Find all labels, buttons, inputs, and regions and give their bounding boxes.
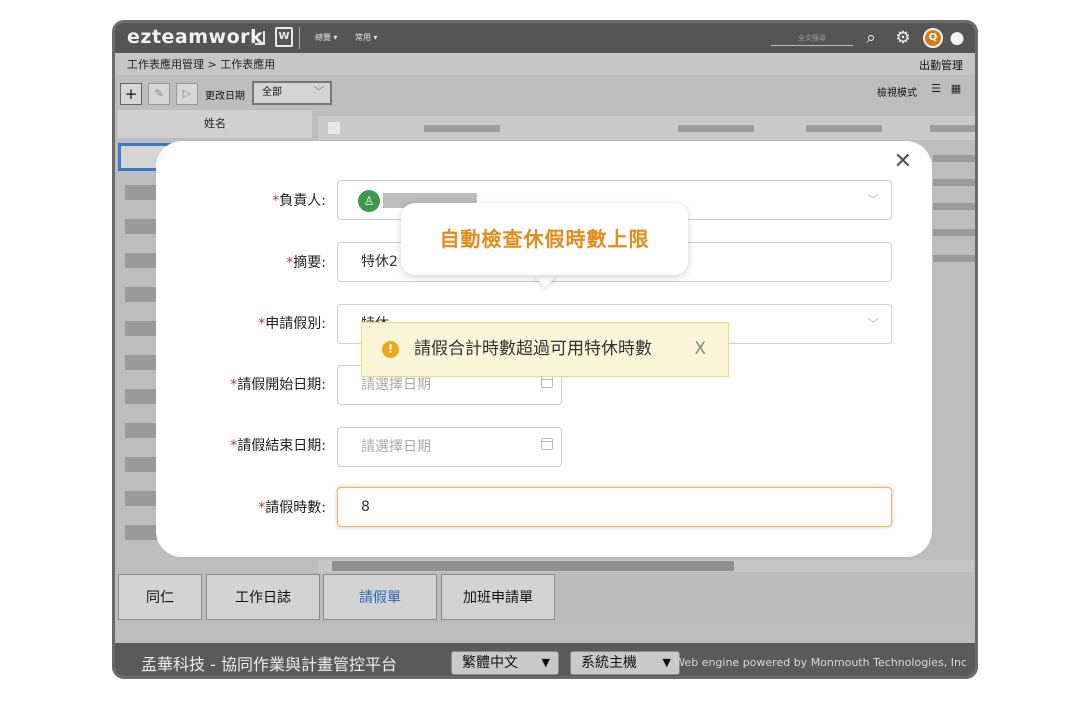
scrollbar-thumb[interactable] bbox=[332, 561, 734, 571]
warning-message: ! 請假合計時數超過可用特休時數 X bbox=[361, 322, 729, 377]
owner-label: *負責人: bbox=[272, 193, 326, 209]
end-date-input[interactable]: 請選擇日期 bbox=[337, 427, 562, 467]
caret-down-icon: ▼ bbox=[541, 656, 550, 669]
start-date-label: *請假開始日期: bbox=[230, 377, 326, 393]
column-header[interactable] bbox=[424, 125, 500, 132]
app-logo[interactable]: ezteamwork bbox=[127, 26, 263, 48]
menu-common[interactable]: 常用 ▾ bbox=[355, 32, 378, 43]
chevron-down-icon: ﹀ bbox=[314, 87, 324, 98]
breadcrumb[interactable]: 工作表應用管理 > 工作表應用 bbox=[127, 56, 275, 72]
account-icon[interactable]: ● bbox=[947, 28, 967, 48]
date-label: 更改日期 bbox=[205, 91, 245, 102]
language-value: 繁體中文 bbox=[462, 655, 518, 671]
end-date-label: *請假結束日期: bbox=[230, 438, 326, 454]
powered-by-text: Web engine powered by Monmouth Technolog… bbox=[674, 656, 967, 669]
horizontal-scrollbar[interactable] bbox=[318, 560, 974, 572]
filter-select[interactable]: 全部 ﹀ bbox=[252, 81, 332, 105]
tab-work-log[interactable]: 工作日誌 bbox=[206, 574, 320, 620]
hours-label: *請假時數: bbox=[258, 500, 326, 516]
divider bbox=[299, 27, 300, 49]
document-icon[interactable]: W bbox=[275, 27, 293, 47]
close-icon[interactable]: ✕ bbox=[894, 149, 912, 174]
filter-value: 全部 bbox=[262, 87, 282, 98]
add-button[interactable]: + bbox=[120, 83, 142, 105]
warning-text: 請假合計時數超過可用特休時數 bbox=[414, 339, 652, 359]
platform-title: 孟華科技 - 協同作業與計畫管控平台 bbox=[141, 655, 397, 674]
search-input[interactable]: 全文搜尋 bbox=[771, 30, 853, 46]
hours-input[interactable]: 8 bbox=[337, 487, 892, 527]
host-value: 系統主機 bbox=[581, 655, 637, 671]
grid-cell bbox=[933, 229, 975, 236]
tab-overtime-request[interactable]: 加班申請單 bbox=[441, 574, 555, 620]
chevron-down-icon: ﹀ bbox=[866, 317, 879, 331]
warning-icon: ! bbox=[382, 341, 399, 358]
close-warning-button[interactable]: X bbox=[694, 323, 706, 376]
bottom-tabs: 同仁 工作日誌 請假單 加班申請單 bbox=[115, 573, 975, 625]
view-mode-label: 檢視模式 bbox=[877, 88, 917, 99]
start-date-placeholder: 請選擇日期 bbox=[361, 377, 431, 393]
end-date-placeholder: 請選擇日期 bbox=[361, 439, 431, 455]
gear-icon[interactable]: ⚙ bbox=[893, 28, 913, 48]
grid-cell bbox=[933, 203, 975, 210]
column-header[interactable] bbox=[806, 125, 882, 132]
calendar-icon[interactable] bbox=[541, 438, 553, 450]
grid-cell bbox=[933, 255, 975, 262]
tab-leave-request[interactable]: 請假單 bbox=[323, 574, 437, 620]
feature-callout: 自動檢查休假時數上限 bbox=[401, 203, 688, 275]
select-all-checkbox[interactable] bbox=[328, 122, 340, 134]
attendance-link[interactable]: 出勤管理 bbox=[919, 57, 963, 73]
calendar-icon[interactable] bbox=[541, 376, 553, 388]
tab-colleagues[interactable]: 同仁 bbox=[118, 574, 202, 620]
language-select[interactable]: 繁體中文 ▼ bbox=[451, 651, 559, 675]
search-icon[interactable]: ⌕ bbox=[861, 28, 881, 48]
user-avatar-icon[interactable]: Q bbox=[923, 28, 943, 48]
grid-cell bbox=[933, 179, 975, 186]
logo-corner-mark bbox=[255, 31, 265, 45]
grid-cell bbox=[933, 155, 975, 162]
grid-header bbox=[318, 116, 975, 140]
column-header[interactable] bbox=[930, 125, 975, 132]
breadcrumb-bar: 工作表應用管理 > 工作表應用 出勤管理 bbox=[115, 53, 975, 75]
grid-view-icon[interactable]: ▦ bbox=[949, 82, 963, 96]
host-select[interactable]: 系統主機 ▼ bbox=[570, 651, 680, 675]
person-avatar-icon: ♙ bbox=[358, 190, 380, 212]
chevron-down-icon: ﹀ bbox=[866, 193, 879, 207]
footer-bar: 孟華科技 - 協同作業與計畫管控平台 繁體中文 ▼ 系統主機 ▼ Web eng… bbox=[115, 643, 975, 676]
list-view-icon[interactable]: ☰ bbox=[929, 82, 943, 96]
leave-type-label: *申請假別: bbox=[258, 316, 326, 332]
send-button[interactable]: ▷ bbox=[176, 83, 198, 105]
column-header[interactable] bbox=[678, 125, 754, 132]
menu-overview[interactable]: 總覽 ▾ bbox=[315, 32, 338, 43]
toolbar: + ✎ ▷ 更改日期 全部 ﹀ 檢視模式 ☰ ▦ bbox=[115, 75, 975, 109]
caret-down-icon: ▼ bbox=[662, 656, 671, 669]
summary-label: *摘要: bbox=[286, 255, 326, 271]
edit-button[interactable]: ✎ bbox=[148, 83, 170, 105]
top-navbar: ezteamwork W 總覽 ▾ 常用 ▾ 全文搜尋 ⌕ ⚙ Q ● bbox=[115, 23, 975, 53]
name-column-header[interactable]: 姓名 bbox=[118, 110, 312, 138]
